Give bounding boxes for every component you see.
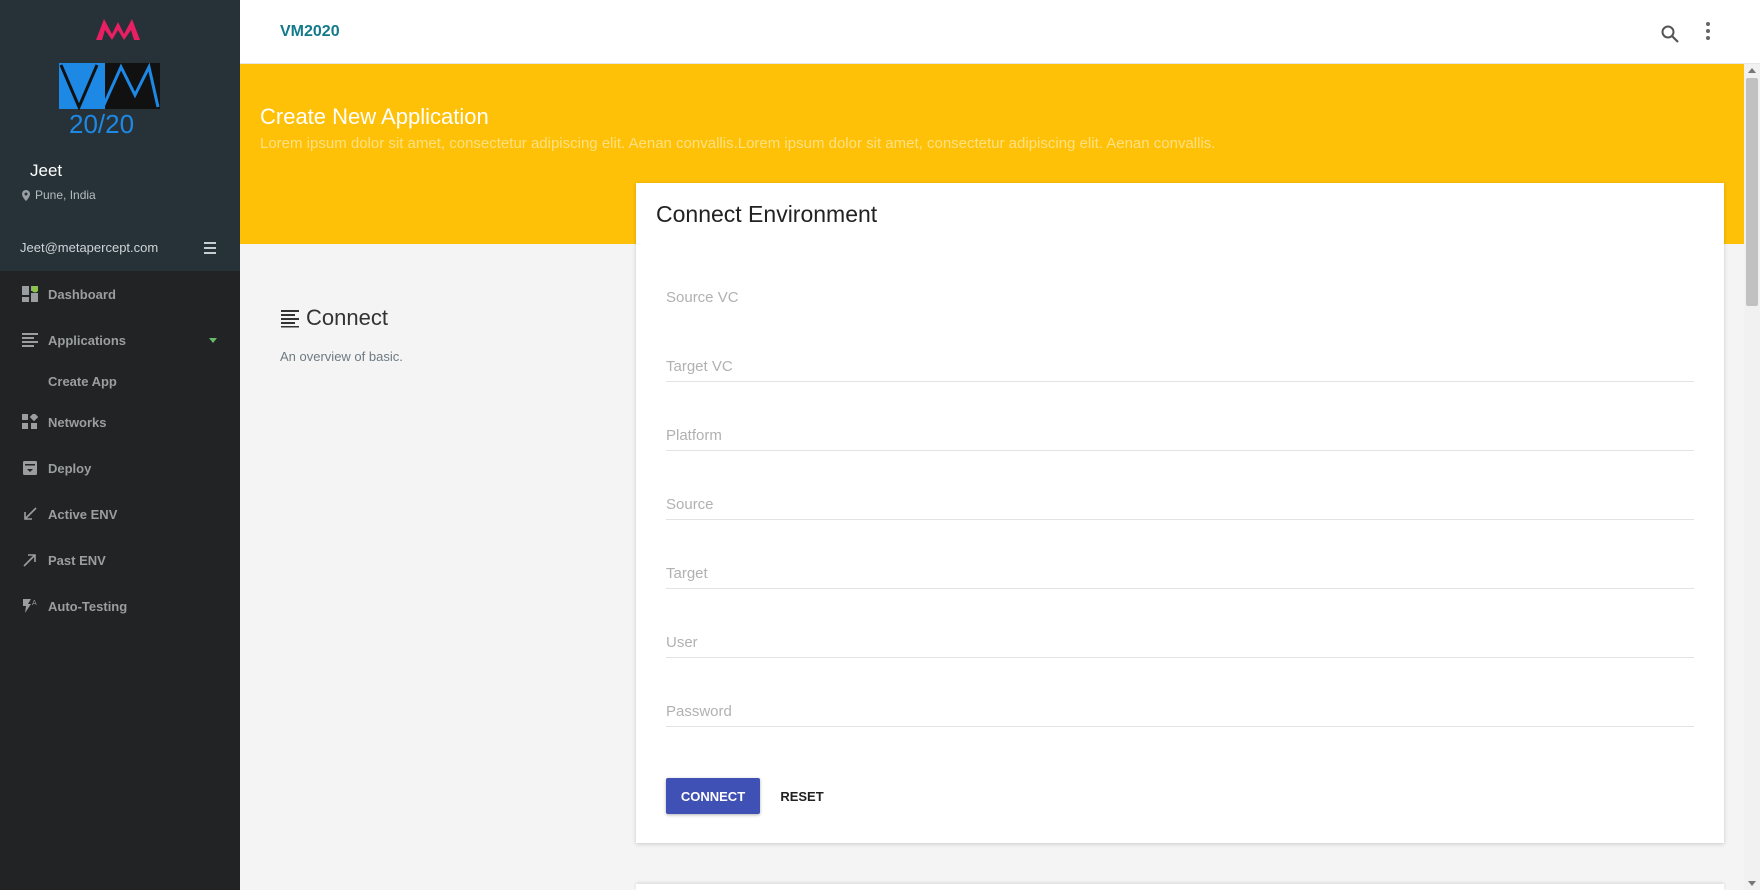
- scroll-down-icon[interactable]: [1748, 881, 1756, 886]
- field-label: Password: [666, 703, 732, 720]
- sidebar-item-label: Past ENV: [48, 552, 106, 568]
- page-subtitle: Lorem ipsum dolor sit amet, consectetur …: [260, 135, 1216, 152]
- reset-button[interactable]: RESET: [770, 778, 834, 814]
- user-location-text: Pune, India: [35, 188, 96, 202]
- chevron-down-icon[interactable]: [209, 338, 217, 343]
- archive-icon: [23, 461, 37, 475]
- target-vc-field[interactable]: Target VC: [666, 342, 1694, 382]
- card-title: Connect Environment: [656, 201, 878, 227]
- scroll-up-icon[interactable]: [1748, 68, 1756, 73]
- sidebar-item-applications[interactable]: Applications: [0, 317, 240, 363]
- sidebar-profile: 20/20 Jeet Pune, India Jeet@metapercept.…: [0, 0, 240, 271]
- list-icon: [22, 333, 38, 347]
- logo-text: 20/20: [69, 109, 134, 136]
- sidebar-item-label: Auto-Testing: [48, 598, 128, 614]
- password-field[interactable]: Password: [666, 687, 1694, 727]
- sidebar-item-create-app[interactable]: Create App: [0, 363, 240, 399]
- sidebar-item-past-env[interactable]: Past ENV: [0, 537, 240, 583]
- search-icon[interactable]: [1660, 24, 1680, 44]
- target-field[interactable]: Target: [666, 549, 1694, 589]
- section-title: Connect: [306, 305, 388, 330]
- sidebar-item-auto-testing[interactable]: A Auto-Testing: [0, 583, 240, 629]
- sidebar-item-networks[interactable]: Networks: [0, 399, 240, 445]
- location-pin-icon: [22, 189, 30, 201]
- field-label: Target VC: [666, 358, 733, 375]
- sidebar-item-label: Active ENV: [48, 506, 118, 522]
- scroll-thumb[interactable]: [1746, 78, 1758, 306]
- subject-icon: [281, 310, 299, 328]
- sidebar-nav: Dashboard Applications Create App Networ…: [0, 271, 240, 629]
- field-label: Source VC: [666, 289, 739, 306]
- top-app-bar: VM2020: [240, 0, 1760, 64]
- sidebar-item-label: Deploy: [48, 460, 92, 476]
- menu-toggle-icon[interactable]: [204, 242, 220, 256]
- user-name: Jeet: [30, 161, 63, 180]
- flash-auto-icon: A: [23, 599, 37, 613]
- field-label: Platform: [666, 427, 722, 444]
- more-vert-icon[interactable]: [1705, 22, 1711, 42]
- sidebar-item-dashboard[interactable]: Dashboard: [0, 271, 240, 317]
- app-title[interactable]: VM2020: [280, 23, 340, 41]
- sidebar-item-label: Applications: [48, 332, 127, 348]
- sidebar: 20/20 Jeet Pune, India Jeet@metapercept.…: [0, 0, 240, 890]
- svg-text:A: A: [32, 600, 37, 607]
- sidebar-item-label: Networks: [48, 414, 107, 430]
- source-vc-field[interactable]: Source VC: [666, 273, 1694, 313]
- sidebar-item-deploy[interactable]: Deploy: [0, 445, 240, 491]
- field-label: User: [666, 634, 698, 651]
- user-location: Pune, India: [22, 188, 96, 202]
- section-subtitle: An overview of basic.: [280, 349, 403, 364]
- source-field[interactable]: Source: [666, 480, 1694, 520]
- arrow-up-right-icon: [23, 554, 36, 567]
- field-label: Target: [666, 565, 708, 582]
- page-title: Create New Application: [260, 104, 489, 129]
- sidebar-item-active-env[interactable]: Active ENV: [0, 491, 240, 537]
- connect-environment-card: Connect Environment Source VC Target VC …: [636, 183, 1724, 843]
- user-field[interactable]: User: [666, 618, 1694, 658]
- connect-button[interactable]: CONNECT: [666, 778, 760, 814]
- page-scrollbar[interactable]: [1744, 64, 1760, 890]
- arrow-down-left-icon: [24, 507, 37, 520]
- next-card-edge: [636, 884, 1724, 890]
- widgets-icon: [22, 414, 38, 429]
- vm2020-logo: 20/20: [59, 63, 160, 136]
- sidebar-item-label: Dashboard: [48, 286, 116, 302]
- field-label: Source: [666, 496, 714, 513]
- section-heading: Connect: [280, 305, 388, 331]
- user-email: Jeet@metapercept.com: [20, 240, 159, 255]
- brand-logo-icon: [96, 19, 140, 40]
- platform-field[interactable]: Platform: [666, 411, 1694, 451]
- dashboard-icon: [22, 286, 38, 302]
